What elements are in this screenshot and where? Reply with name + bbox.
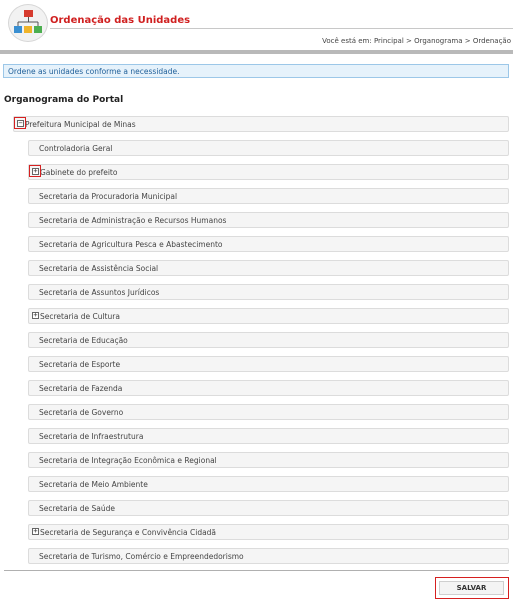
tree-item-label: Controladoria Geral <box>39 144 113 153</box>
tree-item-label: Secretaria de Integração Econômica e Reg… <box>39 456 217 465</box>
expand-icon[interactable]: + <box>32 312 39 319</box>
tree-item-label: Secretaria de Fazenda <box>39 384 123 393</box>
tree-item-label: Secretaria de Agricultura Pesca e Abaste… <box>39 240 223 249</box>
tree-item-label: Secretaria de Segurança e Convivência Ci… <box>40 528 217 537</box>
tree-item-label: Secretaria de Meio Ambiente <box>39 480 148 489</box>
save-highlight: SALVAR <box>435 577 509 599</box>
tree-item[interactable]: Controladoria Geral <box>28 140 509 156</box>
breadcrumb: Você está em: Principal > Organograma > … <box>322 37 511 45</box>
highlight-box <box>29 165 41 177</box>
tree-item[interactable]: Secretaria de Integração Econômica e Reg… <box>28 452 509 468</box>
tree-item[interactable]: Secretaria da Procuradoria Municipal <box>28 188 509 204</box>
tree-item[interactable]: Secretaria de Infraestrutura <box>28 428 509 444</box>
title-divider <box>50 28 513 29</box>
page-title: Ordenação das Unidades <box>50 15 191 26</box>
tree-root-item[interactable]: − Prefeitura Municipal de Minas <box>13 116 509 132</box>
tree-item[interactable]: Secretaria de Saúde <box>28 500 509 516</box>
header-bar <box>0 50 513 54</box>
tree-item-label: Secretaria de Infraestrutura <box>39 432 144 441</box>
tree-item-label: Secretaria de Assuntos Jurídicos <box>39 288 160 297</box>
tree-item[interactable]: Secretaria de Assuntos Jurídicos <box>28 284 509 300</box>
section-title: Organograma do Portal <box>4 95 124 105</box>
tree-item[interactable]: Secretaria de Governo <box>28 404 509 420</box>
tree-item-label: Secretaria de Esporte <box>39 360 121 369</box>
tree-item[interactable]: Secretaria de Assistência Social <box>28 260 509 276</box>
tree-item-label: Secretaria de Cultura <box>40 312 120 321</box>
tree-item-label: Secretaria de Assistência Social <box>39 264 159 273</box>
app-logo <box>8 4 48 42</box>
tree-item-label: Secretaria de Turismo, Comércio e Empree… <box>39 552 244 561</box>
tree-item-label: Secretaria de Administração e Recursos H… <box>39 216 227 225</box>
highlight-box <box>14 117 26 129</box>
tree-item[interactable]: + Secretaria de Segurança e Convivência C… <box>28 524 509 540</box>
tree-item[interactable]: Secretaria de Meio Ambiente <box>28 476 509 492</box>
tree-item[interactable]: Secretaria de Agricultura Pesca e Abaste… <box>28 236 509 252</box>
tree-item[interactable]: Secretaria de Esporte <box>28 356 509 372</box>
info-message: Ordene as unidades conforme a necessidad… <box>3 64 509 78</box>
tree-item-label: Secretaria de Saúde <box>39 504 115 513</box>
save-button[interactable]: SALVAR <box>439 581 504 595</box>
tree-item[interactable]: Secretaria de Educação <box>28 332 509 348</box>
tree-item-label: Secretaria de Educação <box>39 336 128 345</box>
tree-item-label: Secretaria de Governo <box>39 408 124 417</box>
tree-item[interactable]: + Gabinete do prefeito <box>28 164 509 180</box>
page-header: Ordenação das Unidades Você está em: Pri… <box>0 0 513 54</box>
expand-icon[interactable]: + <box>32 528 39 535</box>
tree-item-label: Gabinete do prefeito <box>40 168 118 177</box>
organogram-icon <box>14 10 42 33</box>
tree-item[interactable]: + Secretaria de Cultura <box>28 308 509 324</box>
footer-divider <box>4 570 509 571</box>
tree-item[interactable]: Secretaria de Fazenda <box>28 380 509 396</box>
tree-item-label: Prefeitura Municipal de Minas <box>25 120 136 129</box>
tree-item[interactable]: Secretaria de Turismo, Comércio e Empree… <box>28 548 509 564</box>
tree-item[interactable]: Secretaria de Administração e Recursos H… <box>28 212 509 228</box>
tree-item-label: Secretaria da Procuradoria Municipal <box>39 192 178 201</box>
